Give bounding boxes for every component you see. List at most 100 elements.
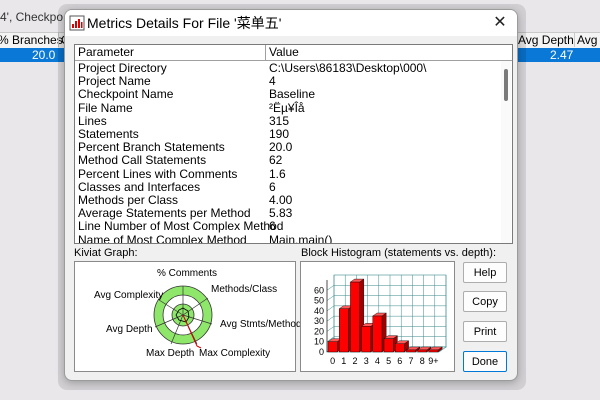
background-header-branches: % Branches	[0, 33, 63, 47]
histogram-bar	[383, 338, 394, 353]
dialog-titlebar[interactable]: Metrics Details For File '菜单五' ✕	[65, 10, 517, 36]
kiviat-label: Kiviat Graph:	[74, 247, 138, 259]
histogram-x-tick-label: 0	[330, 356, 335, 366]
value-cell: C:\Users\86183\Desktop\000\	[269, 61, 427, 75]
histogram-gridline	[326, 326, 335, 332]
parameter-cell: Project Name	[78, 74, 151, 89]
app-icon	[69, 15, 85, 31]
histogram-y-tick-label: 0	[319, 347, 324, 357]
kiviat-axis-max-depth: Max Depth	[146, 348, 195, 359]
table-row[interactable]: Percent Lines with Comments 1.6	[75, 166, 495, 181]
background-selected-row-right[interactable]: 2.47	[516, 48, 600, 62]
kiviat-axis-avg-depth: Avg Depth	[106, 324, 153, 335]
histogram-gridline	[326, 285, 335, 291]
value-cell: 190	[269, 127, 290, 141]
kiviat-axis-avg-complexity: Avg Complexity	[94, 290, 164, 301]
value-cell: 4	[269, 74, 276, 89]
block-histogram-panel: 0 10 20 30 40 50 60 0 1 2 3 4 5 6 7 8 9+	[300, 261, 455, 372]
histogram-y-tick-label: 10	[314, 337, 324, 347]
background-selected-row-left[interactable]: 20.0	[0, 48, 64, 62]
histogram-gridline	[326, 295, 335, 301]
value-cell: 62	[269, 153, 283, 168]
background-title-fragment: 4', Checkpo	[0, 10, 63, 24]
value-cell: 1.6	[269, 166, 286, 181]
table-row[interactable]: File Name ²Ëµ¥Îå	[75, 100, 495, 115]
scrollbar-thumb[interactable]	[504, 69, 508, 101]
histogram-y-tick-label: 30	[314, 316, 324, 326]
histogram-bar	[339, 308, 349, 353]
value-cell: Main.main()	[269, 232, 333, 244]
table-row[interactable]: Checkpoint Name Baseline	[75, 88, 495, 101]
histogram-bar	[350, 281, 360, 353]
copy-button[interactable]: Copy	[463, 291, 507, 312]
table-scrollbar[interactable]	[501, 61, 511, 243]
histogram-bar	[327, 341, 338, 353]
kiviat-axis-methods-class: Methods/Class	[211, 284, 278, 295]
histogram-x-tick-label: 1	[341, 356, 346, 366]
parameter-cell: Percent Branch Statements	[78, 140, 225, 155]
parameter-cell: Classes and Interfaces	[78, 179, 201, 194]
kiviat-axis-max-complexity: Max Complexity	[199, 348, 271, 359]
background-header-avg-c: Avg C	[574, 33, 600, 47]
histogram-x-tick-label: 3	[364, 356, 369, 366]
parameter-cell: Lines	[78, 113, 107, 128]
parameter-cell: Line Number of Most Complex Method	[78, 219, 284, 234]
histogram-x-tick-label: 4	[375, 356, 380, 366]
parameter-cell: Method Call Statements	[78, 153, 207, 168]
parameter-cell: File Name	[78, 100, 133, 115]
table-header: Parameter Value	[75, 45, 512, 61]
parameter-cell: Percent Lines with Comments	[78, 166, 238, 181]
histogram-x-tick-label: 8	[420, 356, 425, 366]
column-header-parameter[interactable]: Parameter	[75, 45, 266, 60]
background-cell-avg-depth: 2.47	[550, 48, 574, 62]
table-row[interactable]: Line Number of Most Complex Method 6	[75, 220, 495, 233]
histogram-x-tick-label: 5	[386, 356, 391, 366]
value-cell: Baseline	[269, 87, 316, 102]
histogram-y-tick-label: 20	[314, 326, 324, 336]
histogram-y-tick-label: 60	[314, 285, 324, 295]
value-cell: 20.0	[269, 140, 293, 155]
parameter-cell: Checkpoint Name	[78, 87, 174, 102]
histogram-bar	[372, 315, 383, 353]
parameter-cell: Name of Most Complex Method	[78, 232, 247, 244]
background-header-avg-depth: Avg Depth	[518, 33, 574, 47]
histogram-gridline	[326, 305, 335, 312]
kiviat-axis-avg-stmts-method: Avg Stmts/Method	[220, 319, 302, 330]
metrics-table[interactable]: Parameter Value Project Directory C:\User…	[74, 44, 513, 244]
print-button[interactable]: Print	[463, 321, 507, 342]
histogram-y-tick-label: 40	[314, 306, 324, 316]
histogram-label: Block Histogram (statements vs. depth):	[301, 247, 497, 259]
block-histogram: 01020304050600 1 2 3 4 5 6 7 8 9+	[314, 274, 447, 366]
done-button[interactable]: Done	[463, 351, 507, 372]
metrics-details-dialog: Metrics Details For File '菜单五' ✕ Paramet…	[64, 9, 518, 381]
histogram-x-tick-label: 2	[352, 356, 357, 366]
column-header-value[interactable]: Value	[266, 45, 501, 60]
parameter-cell: Statements	[78, 127, 139, 141]
value-cell: 315	[269, 113, 290, 128]
table-row[interactable]: Name of Most Complex Method Main.main()	[75, 232, 495, 244]
table-row[interactable]: Method Call Statements 62	[75, 154, 495, 167]
kiviat-graph-panel: % Comments Methods/Class Avg Stmts/Metho…	[74, 261, 302, 372]
background-cell-branches: 20.0	[32, 48, 56, 62]
histogram-bar	[394, 343, 405, 353]
histogram-bar	[406, 349, 416, 353]
value-cell: 6	[269, 179, 276, 194]
help-button[interactable]: Help	[463, 262, 507, 283]
value-cell: 5.83	[269, 206, 293, 221]
close-button[interactable]: ✕	[491, 14, 509, 32]
histogram-y-tick-label: 50	[314, 296, 324, 306]
kiviat-axis-comments: % Comments	[157, 268, 218, 279]
histogram-x-tick-label: 9+	[428, 356, 438, 366]
histogram-x-tick-label: 6	[397, 356, 402, 366]
parameter-cell: Project Directory	[78, 61, 167, 75]
value-cell: ²Ëµ¥Îå	[269, 100, 305, 115]
histogram-bar	[417, 349, 427, 353]
value-cell: 6	[269, 219, 276, 234]
value-cell: 4.00	[269, 193, 293, 207]
histogram-bar	[428, 349, 439, 353]
histogram-bar	[361, 326, 371, 353]
parameter-cell: Average Statements per Method	[78, 206, 251, 221]
histogram-gridline	[326, 315, 335, 322]
histogram-x-tick-label: 7	[408, 356, 413, 366]
dialog-title: Metrics Details For File '菜单五'	[87, 15, 282, 31]
